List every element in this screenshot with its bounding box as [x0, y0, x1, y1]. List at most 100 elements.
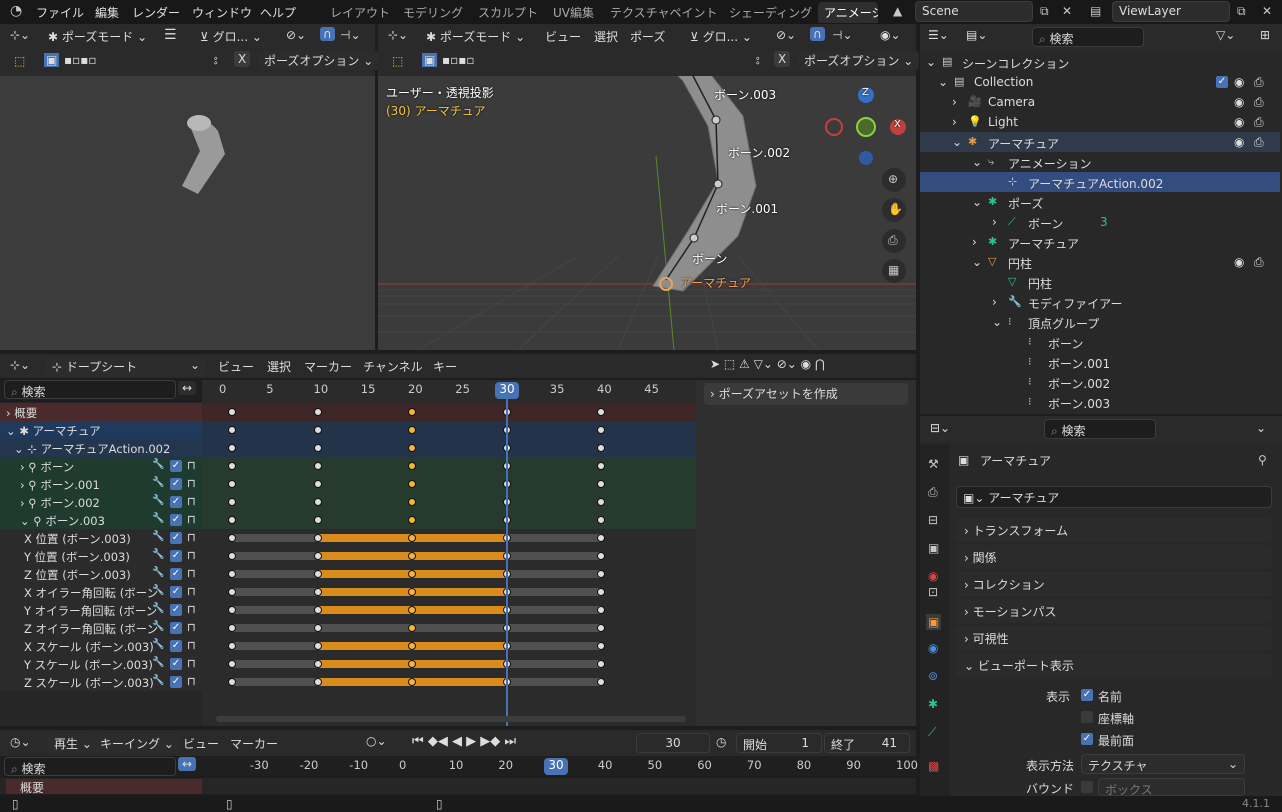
ds-key-row[interactable] [202, 511, 696, 529]
eye-icon[interactable]: ◉ [1234, 115, 1244, 129]
channel-checkbox[interactable]: ✓ [170, 514, 182, 526]
wrench-icon[interactable]: 🔧 [152, 603, 164, 614]
expand-icon[interactable]: ⌄ [926, 55, 936, 69]
left-orientation-selector[interactable]: ⊻ グロ... ⌄ [200, 28, 262, 45]
ds-channel-row[interactable]: Z スケール (ボーン.003) 🔧 ✓ ⊓ [0, 673, 202, 691]
keyframe[interactable] [597, 552, 605, 560]
ds-key-row[interactable] [202, 475, 696, 493]
lock-icon[interactable]: ⊓ [187, 674, 196, 688]
lock-icon[interactable]: ⊓ [187, 566, 196, 580]
channel-checkbox[interactable]: ✓ [170, 586, 182, 598]
outliner-item[interactable]: ⌄ ▽ 円柱 ◉ ⎙ [920, 252, 1280, 272]
current-frame-field[interactable]: 30 [636, 733, 710, 753]
render-camera-icon[interactable]: ⎙ [1254, 135, 1264, 150]
outliner-item[interactable]: › 🔧 モディファイアー [920, 292, 1280, 312]
outliner-item[interactable]: ⊹ アーマチュアAction.002 [920, 172, 1280, 192]
keyframe[interactable] [408, 480, 416, 488]
props-panel-header[interactable]: › コレクション [956, 572, 1272, 596]
channel-checkbox[interactable]: ✓ [170, 496, 182, 508]
props-panel-header[interactable]: › モーションパス [956, 599, 1272, 623]
keyframe[interactable] [597, 462, 605, 470]
expand-icon[interactable]: › [992, 215, 997, 229]
keyframe[interactable] [597, 498, 605, 506]
lock-icon[interactable]: ⊓ [187, 602, 196, 616]
keyframe[interactable] [313, 480, 322, 488]
lock-icon[interactable]: ⊓ [187, 638, 196, 652]
keyframe[interactable] [313, 624, 322, 632]
keyframe[interactable] [408, 588, 416, 596]
expand-icon[interactable]: ⌄ [938, 75, 948, 89]
outliner-item[interactable]: ⁝ ボーン.001 [920, 352, 1280, 372]
keyframe[interactable] [313, 444, 322, 452]
stopwatch-icon[interactable]: ◷ [716, 735, 726, 749]
lock-icon[interactable]: ⊓ [187, 584, 196, 598]
close-scene-icon[interactable]: ✕ [1062, 5, 1072, 17]
expand-icon[interactable]: › [952, 95, 957, 109]
menu-view[interactable]: ビュー [545, 28, 581, 45]
ds-channel-row[interactable]: › 概要 [0, 403, 202, 421]
ds-current-frame[interactable]: 30 [495, 382, 519, 399]
wrench-icon[interactable]: 🔧 [152, 657, 164, 668]
outliner-item[interactable]: ⌄ ⤷ アニメーション [920, 152, 1280, 172]
props-panel-header[interactable]: › トランスフォーム [956, 518, 1272, 542]
keyframe[interactable] [408, 534, 416, 542]
props-panel-header[interactable]: ⌄ ビューポート表示 [956, 653, 1272, 677]
select-tool-icon[interactable]: ⬚ [14, 54, 25, 68]
wrench-icon[interactable]: 🔧 [152, 675, 164, 686]
lock-icon[interactable]: ⊓ [187, 494, 196, 508]
outliner-item[interactable]: ⌄ ✱ アーマチュア ◉ ⎙ [920, 132, 1280, 152]
ds-channel-row[interactable]: ⌄ ⊹ アーマチュアAction.002 [0, 439, 202, 457]
tl-menu-view[interactable]: ビュー [183, 735, 219, 752]
end-frame-field[interactable]: 終了 41 [824, 733, 910, 753]
props-datablock-field[interactable]: ▣⌄ アーマチュア [956, 486, 1272, 508]
tl-swap-icon[interactable]: ↔ [178, 757, 197, 771]
menu-select[interactable]: 選択 [594, 28, 618, 45]
ds-menu-marker[interactable]: マーカー [304, 358, 352, 375]
mirror-icon[interactable]: ⦂ [214, 53, 218, 68]
tab-shading[interactable]: シェーディング [729, 4, 812, 21]
main-mirror-x-toggle[interactable]: X [774, 51, 791, 67]
keyframe[interactable] [597, 624, 605, 632]
lock-icon[interactable]: ⊓ [187, 458, 196, 472]
keyframe[interactable] [408, 498, 416, 506]
ds-menu-channel[interactable]: チャンネル [363, 358, 423, 375]
expand-icon[interactable]: › [992, 295, 997, 309]
main-editor-type-icon[interactable]: ⊹⌄ [388, 28, 408, 42]
snap-options-icon[interactable]: ⊣⌄ [340, 28, 361, 42]
outliner-item[interactable]: ⁝ ボーン.003 [920, 392, 1280, 412]
constraint-tab-icon[interactable]: ⊚ [928, 670, 938, 682]
outliner-item[interactable]: ⌄ ▤ Collection ◉ ⎙ ✓ [920, 72, 1280, 92]
display-as-select[interactable]: テクスチャ ⌄ [1081, 754, 1245, 774]
ds-channel-row[interactable]: Y オイラー角回転 (ボーン 🔧 ✓ ⊓ [0, 601, 202, 619]
keyframe[interactable] [313, 552, 322, 560]
main-orientation-selector[interactable]: ⊻ グロ... ⌄ [690, 28, 752, 45]
new-scene-icon[interactable]: ⧉ [1040, 5, 1049, 17]
bone-joint[interactable] [713, 179, 723, 189]
left-pose-options[interactable]: ポーズオプション ⌄ [258, 51, 380, 70]
ds-channel-row[interactable]: ⌄ ⚲ ボーン.003 🔧 ✓ ⊓ [0, 511, 202, 529]
record-icon[interactable]: ○⌄ [366, 734, 387, 748]
ds-channel-row[interactable]: Y 位置 (ボーン.003) 🔧 ✓ ⊓ [0, 547, 202, 565]
ds-channel-row[interactable]: X 位置 (ボーン.003) 🔧 ✓ ⊓ [0, 529, 202, 547]
outliner-search-input[interactable]: ⌕ 検索 [1032, 27, 1144, 47]
snap-icon[interactable]: ∩ [320, 27, 335, 41]
keyframe[interactable] [313, 408, 322, 416]
tl-menu-marker[interactable]: マーカー [230, 735, 278, 752]
expand-icon[interactable]: ⌄ [952, 135, 962, 149]
props-options-icon[interactable]: ⌄ [1256, 421, 1266, 435]
render-camera-icon[interactable]: ⎙ [1254, 75, 1264, 90]
ds-channel-row[interactable]: Z 位置 (ボーン.003) 🔧 ✓ ⊓ [0, 565, 202, 583]
expand-icon[interactable]: ⌄ [972, 195, 982, 209]
channel-checkbox[interactable]: ✓ [170, 658, 182, 670]
lock-icon[interactable]: ⊓ [187, 656, 196, 670]
eye-icon[interactable]: ◉ [1234, 255, 1244, 269]
keyframe[interactable] [408, 516, 416, 524]
ds-key-row[interactable] [202, 421, 696, 439]
tl-summary-label[interactable]: 概要 [6, 779, 202, 795]
tool-tab-icon[interactable]: ⚒ [928, 458, 939, 470]
keyframe[interactable] [597, 480, 605, 488]
ds-swap-icon[interactable]: ↔ [178, 381, 197, 395]
expand-icon[interactable]: ⌄ [972, 255, 982, 269]
keyframe[interactable] [597, 534, 605, 542]
keyframe[interactable] [597, 570, 605, 578]
